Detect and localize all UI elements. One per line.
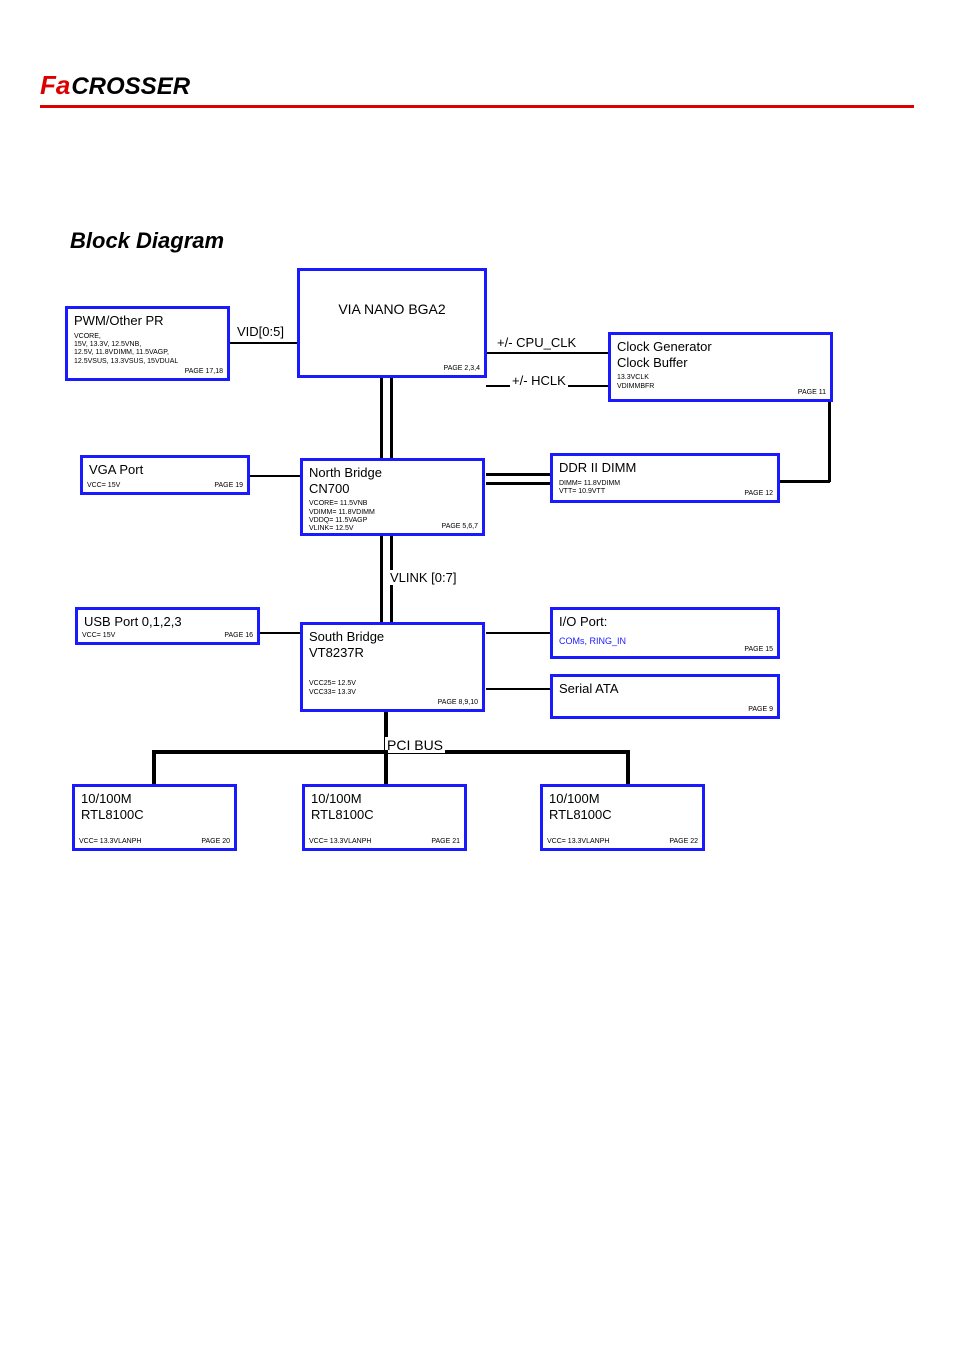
- block-lan2-page: PAGE 21: [431, 838, 460, 846]
- block-clock-title: Clock Generator Clock Buffer: [617, 339, 824, 370]
- block-ddr-sub: DIMM= 11.8VDIMM VTT= 10.9VTT: [559, 480, 771, 497]
- block-vga-title: VGA Port: [89, 462, 241, 478]
- label-cpu-clk: +/- CPU_CLK: [495, 335, 578, 350]
- logo-text: CROSSER: [71, 73, 190, 101]
- block-pwm: PWM/Other PR VCORE, 15V, 13.3V, 12.5VNB,…: [65, 306, 230, 381]
- block-cpu-title: VIA NANO BGA2: [306, 301, 478, 318]
- wire: [380, 375, 383, 463]
- block-nb-page: PAGE 5,6,7: [442, 523, 478, 531]
- block-lan3-title: 10/100M RTL8100C: [549, 791, 696, 822]
- block-vga-page: PAGE 19: [214, 482, 243, 490]
- block-usb: USB Port 0,1,2,3 VCC= 15V PAGE 16: [75, 607, 260, 645]
- wire: [828, 400, 831, 482]
- wire: [486, 352, 608, 354]
- block-lan3: 10/100M RTL8100C VCC= 13.3VLANPH PAGE 22: [540, 784, 705, 851]
- block-sb-sub: VCC25= 12.5V VCC33= 13.3V: [309, 680, 476, 697]
- block-usb-title: USB Port 0,1,2,3: [84, 614, 251, 630]
- block-ddr-page: PAGE 12: [744, 490, 773, 498]
- block-clock-page: PAGE 11: [798, 389, 826, 397]
- wire: [230, 342, 298, 344]
- block-lan2-sub: VCC= 13.3VLANPH: [309, 838, 371, 846]
- block-lan1-sub: VCC= 13.3VLANPH: [79, 838, 141, 846]
- wire: [486, 688, 551, 690]
- page-title: Block Diagram: [70, 228, 954, 254]
- block-nb-title: North Bridge CN700: [309, 465, 476, 496]
- block-sb-title: South Bridge VT8237R: [309, 629, 476, 660]
- block-nb: North Bridge CN700 VCORE= 11.5VNB VDIMM=…: [300, 458, 485, 536]
- label-hclk: +/- HCLK: [510, 373, 568, 388]
- wire: [486, 482, 551, 485]
- block-sata: Serial ATA PAGE 9: [550, 674, 780, 719]
- diagram-canvas: VID[0:5] +/- CPU_CLK +/- HCLK VLINK [0:7…: [60, 260, 880, 880]
- block-clock: Clock Generator Clock Buffer 13.3VCLK VD…: [608, 332, 833, 402]
- block-vga: VGA Port VCC= 15V PAGE 19: [80, 455, 250, 495]
- block-sata-page: PAGE 9: [748, 706, 773, 714]
- block-lan1-page: PAGE 20: [201, 838, 230, 846]
- block-sb-page: PAGE 8,9,10: [438, 699, 478, 707]
- block-lan3-page: PAGE 22: [669, 838, 698, 846]
- block-pwm-page: PAGE 17,18: [185, 368, 223, 376]
- logo: FaCROSSER: [40, 70, 914, 101]
- block-lan1: 10/100M RTL8100C VCC= 13.3VLANPH PAGE 20: [72, 784, 237, 851]
- wire: [486, 632, 551, 634]
- label-pci-bus: PCI BUS: [385, 737, 445, 753]
- block-io-sub: COMs, RING_IN: [559, 636, 771, 647]
- block-sata-title: Serial ATA: [559, 681, 771, 697]
- block-cpu: VIA NANO BGA2 PAGE 2,3,4: [297, 268, 487, 378]
- block-lan1-title: 10/100M RTL8100C: [81, 791, 228, 822]
- wire: [380, 535, 383, 625]
- wire: [250, 475, 300, 477]
- wire: [780, 480, 830, 483]
- block-io-title: I/O Port:: [559, 614, 771, 630]
- label-vlink: VLINK [0:7]: [388, 570, 458, 585]
- block-io: I/O Port: COMs, RING_IN PAGE 15: [550, 607, 780, 659]
- block-pwm-sub: VCORE, 15V, 13.3V, 12.5VNB, 12.5V, 11.8V…: [74, 333, 221, 367]
- block-cpu-page: PAGE 2,3,4: [444, 365, 480, 373]
- block-lan2-title: 10/100M RTL8100C: [311, 791, 458, 822]
- wire: [486, 473, 551, 476]
- block-sb: South Bridge VT8237R VCC25= 12.5V VCC33=…: [300, 622, 485, 712]
- block-vga-sub: VCC= 15V: [87, 482, 120, 490]
- block-lan3-sub: VCC= 13.3VLANPH: [547, 838, 609, 846]
- wire: [260, 632, 300, 634]
- label-vid: VID[0:5]: [235, 324, 286, 339]
- block-clock-sub: 13.3VCLK VDIMMBFR: [617, 374, 824, 391]
- wire: [390, 375, 393, 463]
- header-rule: [40, 105, 914, 108]
- block-pwm-title: PWM/Other PR: [74, 313, 221, 329]
- logo-mark: Fa: [40, 70, 70, 101]
- block-lan2: 10/100M RTL8100C VCC= 13.3VLANPH PAGE 21: [302, 784, 467, 851]
- block-ddr-title: DDR II DIMM: [559, 460, 771, 476]
- block-io-page: PAGE 15: [744, 646, 773, 654]
- block-usb-sub: VCC= 15V: [82, 632, 115, 640]
- block-ddr: DDR II DIMM DIMM= 11.8VDIMM VTT= 10.9VTT…: [550, 453, 780, 503]
- block-usb-page: PAGE 16: [224, 632, 253, 640]
